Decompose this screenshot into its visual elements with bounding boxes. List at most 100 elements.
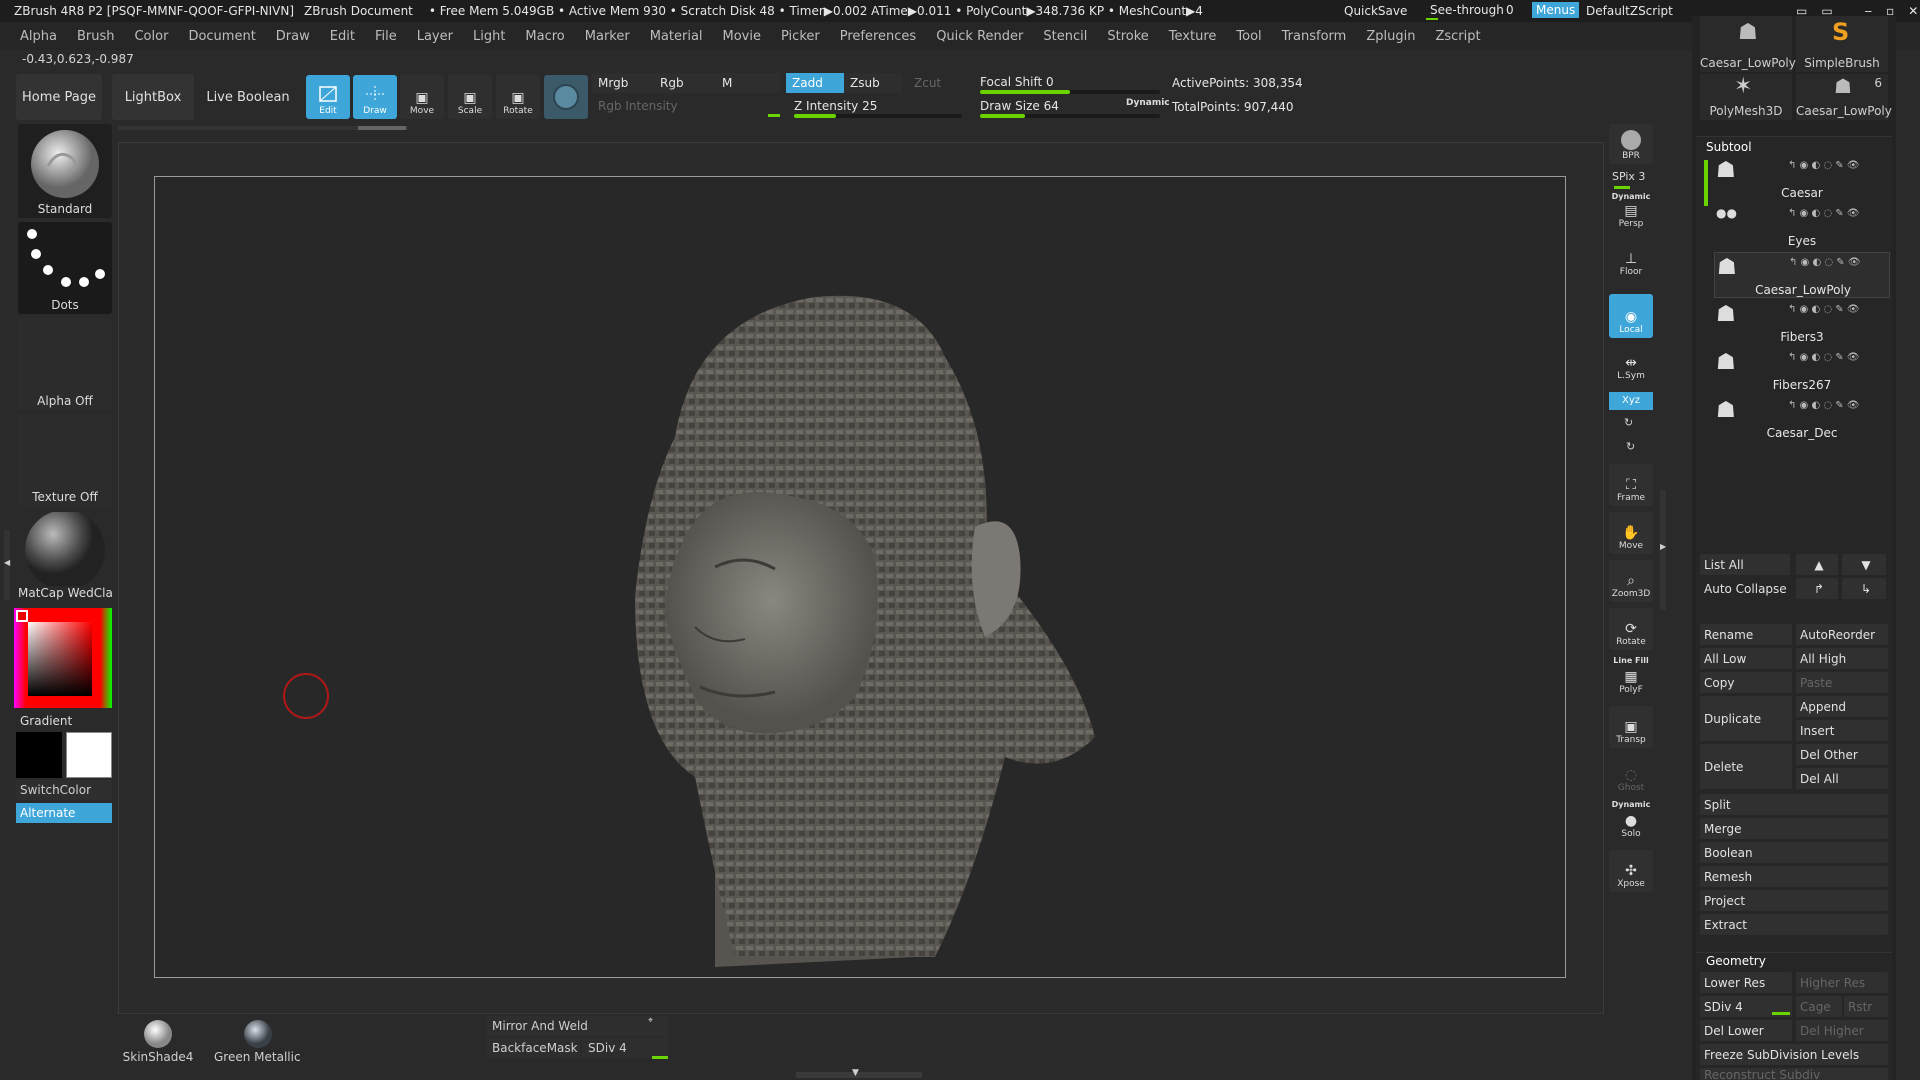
menu-color[interactable]: Color bbox=[134, 29, 168, 44]
delete-button[interactable]: Delete bbox=[1700, 744, 1792, 789]
split-button[interactable]: Split bbox=[1700, 794, 1888, 815]
alternate-button[interactable]: Alternate bbox=[16, 803, 112, 823]
menu-stroke[interactable]: Stroke bbox=[1107, 29, 1148, 44]
cage-button[interactable]: Cage bbox=[1796, 996, 1842, 1017]
subtool-item[interactable]: ☗ ↰ ◉ ◐ ◌ ✎ 👁 Fibers267 bbox=[1714, 348, 1890, 394]
xyz-button[interactable]: Xyz bbox=[1609, 392, 1653, 410]
zcut-button[interactable]: Zcut bbox=[908, 73, 966, 93]
seethrough-slider[interactable]: See-through 0 bbox=[1424, 2, 1514, 20]
spix-slider[interactable]: SPix 3 bbox=[1612, 170, 1645, 183]
xpose-button[interactable]: ✣ Xpose bbox=[1609, 850, 1653, 892]
subtool-visibility-controls[interactable]: ↰ ◉ ◐ ◌ ✎ 👁 bbox=[1789, 257, 1889, 269]
right-tray-collapse[interactable]: ▶ bbox=[1660, 490, 1666, 610]
mrgb-button[interactable]: Mrgb bbox=[592, 73, 656, 93]
document-canvas[interactable] bbox=[154, 176, 1566, 978]
left-tray-collapse[interactable]: ◀ bbox=[4, 530, 10, 600]
home-page-button[interactable]: Home Page bbox=[16, 74, 102, 120]
sculpt-model[interactable] bbox=[155, 177, 1565, 977]
menu-material[interactable]: Material bbox=[650, 29, 703, 44]
autocollapse-button[interactable]: Auto Collapse bbox=[1700, 578, 1790, 599]
arrow-folder-button[interactable]: ↱ bbox=[1796, 578, 1838, 599]
bpr-button[interactable]: BPR bbox=[1609, 124, 1653, 164]
rename-button[interactable]: Rename bbox=[1700, 624, 1792, 645]
menu-movie[interactable]: Movie bbox=[723, 29, 761, 44]
menu-quick-render[interactable]: Quick Render bbox=[936, 29, 1023, 44]
texture-selector[interactable]: Texture Off bbox=[18, 414, 112, 506]
menu-picker[interactable]: Picker bbox=[781, 29, 820, 44]
menu-transform[interactable]: Transform bbox=[1282, 29, 1347, 44]
quicksave-button[interactable]: QuickSave bbox=[1344, 4, 1407, 18]
polyf-button[interactable]: Line Fill ▦ PolyF bbox=[1609, 656, 1653, 698]
move-button[interactable]: ▣ Move bbox=[400, 75, 444, 119]
tool-thumb-polymesh3d[interactable]: ✶ PolyMesh3D bbox=[1700, 74, 1792, 120]
menu-stencil[interactable]: Stencil bbox=[1043, 29, 1087, 44]
copy-button[interactable]: Copy bbox=[1700, 672, 1792, 693]
boolean-button[interactable]: Boolean bbox=[1700, 842, 1888, 863]
stroke-selector[interactable]: Dots bbox=[18, 222, 112, 314]
bottom-sdiv-slider[interactable]: SDiv 4 bbox=[582, 1038, 668, 1058]
menu-macro[interactable]: Macro bbox=[525, 29, 564, 44]
secondary-color-swatch[interactable] bbox=[66, 732, 112, 778]
focal-shift-slider[interactable]: Focal Shift 0 bbox=[974, 72, 1162, 92]
delhigher-button[interactable]: Del Higher bbox=[1796, 1020, 1888, 1041]
subtool-title[interactable]: Subtool bbox=[1706, 140, 1752, 154]
tool-thumb-simplebrush[interactable]: S SimpleBrush bbox=[1796, 16, 1888, 72]
rotate-z-icon[interactable]: ↻ bbox=[1626, 440, 1635, 453]
zadd-button[interactable]: Zadd bbox=[786, 73, 844, 93]
alpha-selector[interactable]: Alpha Off bbox=[18, 318, 112, 410]
dynamic-toggle[interactable]: Dynamic bbox=[1126, 98, 1170, 108]
menu-alpha[interactable]: Alpha bbox=[20, 29, 57, 44]
draw-button[interactable]: Draw bbox=[353, 75, 397, 119]
switchcolor-button[interactable]: SwitchColor bbox=[16, 780, 112, 800]
menu-file[interactable]: File bbox=[375, 29, 397, 44]
append-button[interactable]: Append bbox=[1796, 696, 1888, 717]
menu-layer[interactable]: Layer bbox=[417, 29, 453, 44]
autoreorder-button[interactable]: AutoReorder bbox=[1796, 624, 1888, 645]
live-boolean-button[interactable]: Live Boolean bbox=[204, 74, 292, 120]
subtool-item[interactable]: ●● ↰ ◉ ◐ ◌ ✎ 👁 Eyes bbox=[1714, 204, 1890, 250]
geometry-title[interactable]: Geometry bbox=[1706, 954, 1766, 968]
subtool-item[interactable]: ☗ ↰ ◉ ◐ ◌ ✎ 👁 Fibers3 bbox=[1714, 300, 1890, 346]
scale-button[interactable]: ▣ Scale bbox=[448, 75, 492, 119]
lightbox-button[interactable]: LightBox bbox=[112, 74, 194, 120]
merge-button[interactable]: Merge bbox=[1700, 818, 1888, 839]
move-up-button[interactable]: ▲ bbox=[1796, 554, 1838, 575]
sculptris-pro-button[interactable] bbox=[544, 75, 588, 119]
dellower-button[interactable]: Del Lower bbox=[1700, 1020, 1792, 1041]
delall-button[interactable]: Del All bbox=[1796, 768, 1888, 789]
mirror-weld-button[interactable]: Mirror And Weld bbox=[486, 1016, 668, 1036]
menu-brush[interactable]: Brush bbox=[77, 29, 115, 44]
delother-button[interactable]: Del Other bbox=[1796, 744, 1888, 765]
shelf-scroll-thumb[interactable] bbox=[358, 126, 406, 130]
subtool-visibility-controls[interactable]: ↰ ◉ ◐ ◌ ✎ 👁 bbox=[1788, 208, 1888, 220]
material-skinshade4[interactable]: SkinShade4 bbox=[122, 1018, 194, 1064]
rgb-button[interactable]: Rgb bbox=[654, 73, 718, 93]
material-green-metallic[interactable]: Green Metallic bbox=[214, 1018, 301, 1064]
frame-button[interactable]: ⛶ Frame bbox=[1609, 464, 1653, 506]
tool-thumb-caesar-lowpoly-2[interactable]: 6 ☗ Caesar_LowPoly bbox=[1796, 74, 1892, 120]
subtool-visibility-controls[interactable]: ↰ ◉ ◐ ◌ ✎ 👁 bbox=[1788, 352, 1888, 364]
rgb-intensity-slider[interactable]: Rgb Intensity bbox=[592, 96, 782, 116]
menus-toggle[interactable]: Menus bbox=[1532, 2, 1580, 18]
menu-texture[interactable]: Texture bbox=[1169, 29, 1217, 44]
persp-button[interactable]: Dynamic ▤ Persp bbox=[1609, 192, 1653, 232]
menu-marker[interactable]: Marker bbox=[585, 29, 630, 44]
higherres-button[interactable]: Higher Res bbox=[1796, 972, 1888, 993]
transp-button[interactable]: ▣ Transp bbox=[1609, 706, 1653, 748]
zoom3d-button[interactable]: ⌕ Zoom3D bbox=[1609, 560, 1653, 602]
menu-zscript[interactable]: Zscript bbox=[1435, 29, 1480, 44]
menu-draw[interactable]: Draw bbox=[276, 29, 310, 44]
duplicate-button[interactable]: Duplicate bbox=[1700, 696, 1792, 741]
zsub-button[interactable]: Zsub bbox=[844, 73, 902, 93]
subtool-item[interactable]: ☗ ↰ ◉ ◐ ◌ ✎ 👁 Caesar bbox=[1714, 156, 1890, 202]
local-button[interactable]: ◉ Local bbox=[1609, 294, 1653, 338]
color-picker[interactable] bbox=[14, 608, 112, 708]
menu-document[interactable]: Document bbox=[188, 29, 255, 44]
floor-button[interactable]: ⊥ Floor bbox=[1609, 240, 1653, 280]
allhigh-button[interactable]: All High bbox=[1796, 648, 1888, 669]
move-down-button[interactable]: ▼ bbox=[1842, 554, 1886, 575]
backfacemask-button[interactable]: BackfaceMask bbox=[486, 1038, 580, 1058]
tool-thumb-caesar-lowpoly[interactable]: ☗ Caesar_LowPoly bbox=[1700, 16, 1796, 72]
insert-button[interactable]: Insert bbox=[1796, 720, 1888, 741]
alllow-button[interactable]: All Low bbox=[1700, 648, 1792, 669]
